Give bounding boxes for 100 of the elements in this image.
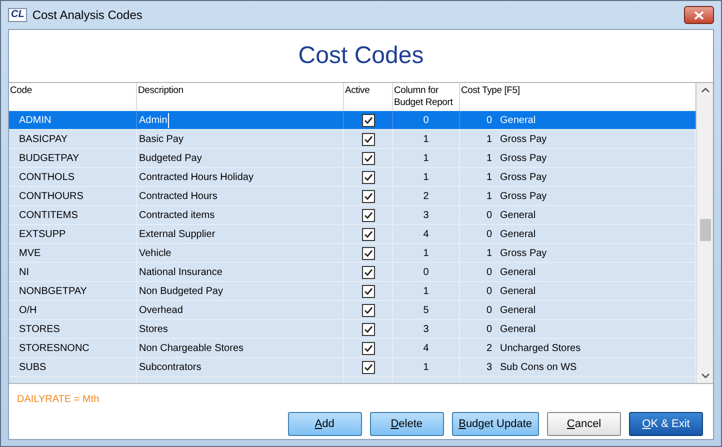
- table-cell-text: Basic Pay: [139, 132, 184, 146]
- table-cell-text: Gross Pay: [500, 132, 547, 146]
- table-cell-text: 1: [485, 132, 492, 146]
- table-cell-text: 1: [485, 246, 492, 260]
- table-cell-text: Non Budgeted Pay: [139, 284, 223, 298]
- table-cell-text: 0: [485, 322, 492, 336]
- table-row[interactable]: NI National Insurance 0 0 General: [9, 263, 696, 282]
- table-row[interactable]: CONTHOLS Contracted Hours Holiday 1 1 Gross Pay: [9, 168, 696, 187]
- table-row[interactable]: CONTHOURS Contracted Hours 2 1 Gross Pay: [9, 187, 696, 206]
- table-cell-text: 0: [485, 266, 492, 280]
- checked-checkbox[interactable]: [362, 304, 374, 316]
- app-logo: CL: [8, 8, 28, 22]
- table-cell-text: Contracted items: [139, 208, 215, 222]
- table-cell-text: External Supplier: [139, 228, 216, 242]
- checked-checkbox[interactable]: [362, 228, 374, 240]
- dialog-button[interactable]: Cancel: [547, 412, 621, 436]
- checked-checkbox[interactable]: [362, 208, 374, 222]
- table-cell-text: Contracted Hours: [139, 190, 218, 204]
- dialog-button[interactable]: Add: [288, 412, 362, 436]
- table-cell-text: 0: [485, 114, 492, 128]
- table-row[interactable]: BASICPAY Basic Pay 1 1 Gross Pay: [9, 130, 696, 149]
- table-cell-text: CONTHOURS: [19, 190, 84, 204]
- note-text: DAILYRATE = Mth: [17, 393, 100, 407]
- dialog-button[interactable]: OK & Exit: [629, 412, 703, 436]
- table-cell-text: O/H: [19, 304, 37, 318]
- scroll-down-icon[interactable]: [700, 373, 710, 379]
- table-cell-text: 4: [423, 228, 429, 242]
- table-cell-text: National Insurance: [139, 266, 222, 280]
- table-cell-text: Budgeted Pay: [139, 152, 202, 166]
- checked-checkbox[interactable]: [362, 322, 374, 336]
- column-header: Cost Type [F5]: [461, 85, 520, 96]
- table-cell-text: 1: [423, 284, 429, 298]
- dialog-button[interactable]: Budget Update: [452, 412, 539, 436]
- table-cell-text: 3: [485, 360, 492, 374]
- table-row[interactable]: STORESNONC Non Chargeable Stores 4 2 Uncharged Stores: [9, 339, 696, 358]
- table-cell-text: General: [500, 208, 536, 222]
- table-row[interactable]: SUBS Subcontrators 1 3 Sub Cons on WS: [9, 358, 696, 377]
- close-button[interactable]: [684, 6, 714, 24]
- column-header: Description: [138, 85, 184, 96]
- column-header: Column for Budget Report: [394, 85, 453, 108]
- table-row[interactable]: CONTITEMS Contracted items 3 0 General: [9, 206, 696, 225]
- table-cell-text: CONTHOLS: [19, 170, 75, 184]
- checked-checkbox[interactable]: [362, 360, 374, 374]
- table-cell-text: MVE: [19, 246, 41, 260]
- checked-checkbox[interactable]: [362, 132, 374, 146]
- table-cell-text: General: [500, 266, 536, 280]
- table-cell-text: 0: [485, 228, 492, 242]
- table-cell-text: 3: [423, 208, 429, 222]
- table-cell-text: 4: [423, 342, 429, 356]
- checked-checkbox[interactable]: [362, 170, 374, 184]
- table-cell-text: 0: [423, 114, 429, 128]
- table-cell-text: NI: [19, 266, 29, 280]
- table-cell-text: Sub Cons on WS: [500, 360, 577, 374]
- table-row[interactable]: STORES Stores 3 0 General: [9, 320, 696, 339]
- table-cell-text: CONTITEMS: [19, 208, 78, 222]
- column-header: Code: [10, 85, 32, 96]
- table-cell-text: STORES: [19, 322, 60, 336]
- table-cell-text: General: [500, 228, 536, 242]
- table-row[interactable]: MVE Vehicle 1 1 Gross Pay: [9, 244, 696, 263]
- table-cell-text: 1: [423, 152, 429, 166]
- table-cell-text: Contracted Hours Holiday: [139, 170, 254, 184]
- scroll-up-icon[interactable]: [700, 87, 710, 93]
- window-title: Cost Analysis Codes: [32, 7, 142, 24]
- scrollbar[interactable]: [696, 83, 713, 383]
- table-cell-text: 1: [485, 170, 492, 184]
- table-cell-text: 1: [423, 360, 429, 374]
- table-cell-text: STORESNONC: [19, 342, 90, 356]
- table-row[interactable]: EXTSUPP External Supplier 4 0 General: [9, 225, 696, 244]
- table-row[interactable]: BUDGETPAY Budgeted Pay 1 1 Gross Pay: [9, 149, 696, 168]
- checked-checkbox[interactable]: [362, 284, 374, 298]
- table-cell-text: General: [500, 284, 536, 298]
- table-cell-text: 2: [423, 190, 429, 204]
- checked-checkbox[interactable]: [362, 152, 374, 164]
- selected-table-row[interactable]: ADMIN Admin 0 0 General: [9, 111, 696, 130]
- table-cell-text: Gross Pay: [500, 190, 547, 204]
- table-cell-text: 5: [423, 304, 429, 318]
- checked-checkbox[interactable]: [362, 190, 374, 202]
- table-row[interactable]: O/H Overhead 5 0 General: [9, 301, 696, 320]
- table-cell-text: Non Chargeable Stores: [139, 342, 244, 356]
- table-cell-text: 1: [485, 152, 492, 166]
- table-cell-text: 3: [423, 322, 429, 336]
- table-cell-text: BUDGETPAY: [19, 152, 80, 166]
- dialog-button[interactable]: Delete: [370, 412, 444, 436]
- checked-checkbox[interactable]: [362, 114, 374, 126]
- scroll-thumb[interactable]: [700, 219, 711, 241]
- table-cell-text: 2: [485, 342, 492, 356]
- table-cell-text: Subcontrators: [139, 360, 202, 374]
- cell-editor[interactable]: Admin: [139, 112, 170, 128]
- checked-checkbox[interactable]: [362, 266, 374, 278]
- table-cell-text: General: [500, 114, 536, 128]
- checked-checkbox[interactable]: [362, 246, 374, 260]
- column-header: Active: [345, 85, 370, 96]
- table-cell-text: Gross Pay: [500, 152, 547, 166]
- page-heading: Cost Codes: [298, 41, 424, 71]
- table-row[interactable]: NONBGETPAY Non Budgeted Pay 1 0 General: [9, 282, 696, 301]
- checked-checkbox[interactable]: [362, 342, 374, 354]
- table-cell-text: 0: [423, 266, 429, 280]
- table-cell-text: Gross Pay: [500, 246, 547, 260]
- table-cell-text: 1: [485, 190, 492, 204]
- table-cell-text: Vehicle: [139, 246, 172, 260]
